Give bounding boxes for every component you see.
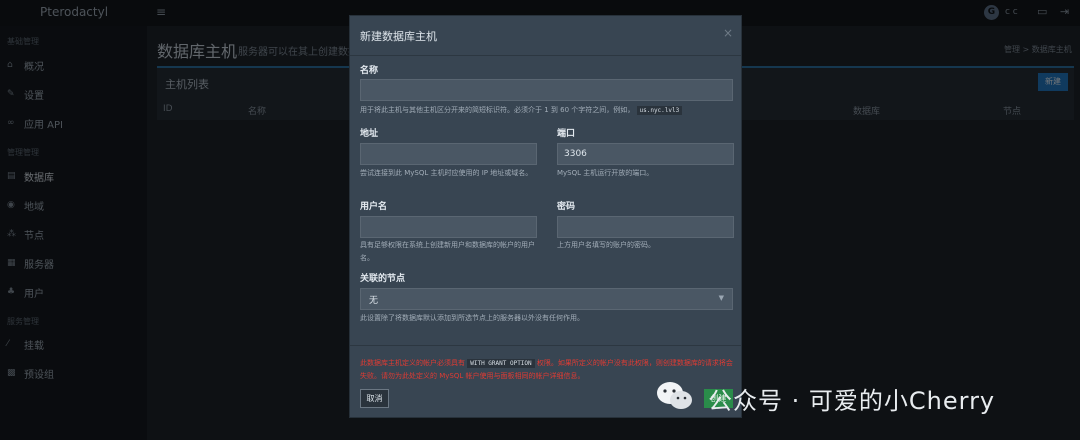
footer-divider [350,345,741,346]
username-help: 具有足够权限在系统上创建新用户和数据库的帐户的用户名。 [360,241,535,262]
password-label: 密码 [557,202,576,212]
watermark-text: 公众号 · 可爱的小Cherry [708,387,996,415]
node-label: 关联的节点 [360,274,406,284]
host-label: 地址 [360,129,379,139]
password-help: 上方用户名填写的账户的密码。 [557,241,655,249]
username-label: 用户名 [360,202,388,212]
node-help: 此设置除了将数据库默认添加到所选节点上的服务器以外没有任何作用。 [360,314,584,322]
cancel-button[interactable]: 取消 [360,389,389,408]
name-example-code: us.nyc.lvl3 [636,106,683,115]
host-help: 尝试连接到此 MySQL 主机时应使用的 IP 地址或域名。 [360,169,533,177]
name-help: 用于将此主机与其他主机区分开来的简短标识符。必须介于 1 到 60 个字符之间，… [360,104,735,117]
username-input[interactable] [360,216,537,238]
port-help: MySQL 主机运行开放的端口。 [557,169,654,177]
name-label: 名称 [360,66,379,76]
chevron-down-icon: ▼ [718,294,724,302]
name-input[interactable] [360,79,733,101]
port-input[interactable] [557,143,734,165]
close-icon[interactable]: × [723,26,733,40]
node-select-value: 无 [369,296,379,306]
password-input[interactable] [557,216,734,238]
grant-option-code: WITH GRANT OPTION [467,359,535,368]
host-input[interactable] [360,143,537,165]
port-label: 端口 [557,129,576,139]
modal-header: 新建数据库主机 × [350,16,741,56]
new-database-host-modal: 新建数据库主机 × 名称 用于将此主机与其他主机区分开来的简短标识符。必须介于 … [349,15,742,418]
modal-title: 新建数据库主机 [360,30,437,43]
wechat-logo [657,382,692,409]
node-select[interactable]: 无 ▼ [360,288,733,310]
